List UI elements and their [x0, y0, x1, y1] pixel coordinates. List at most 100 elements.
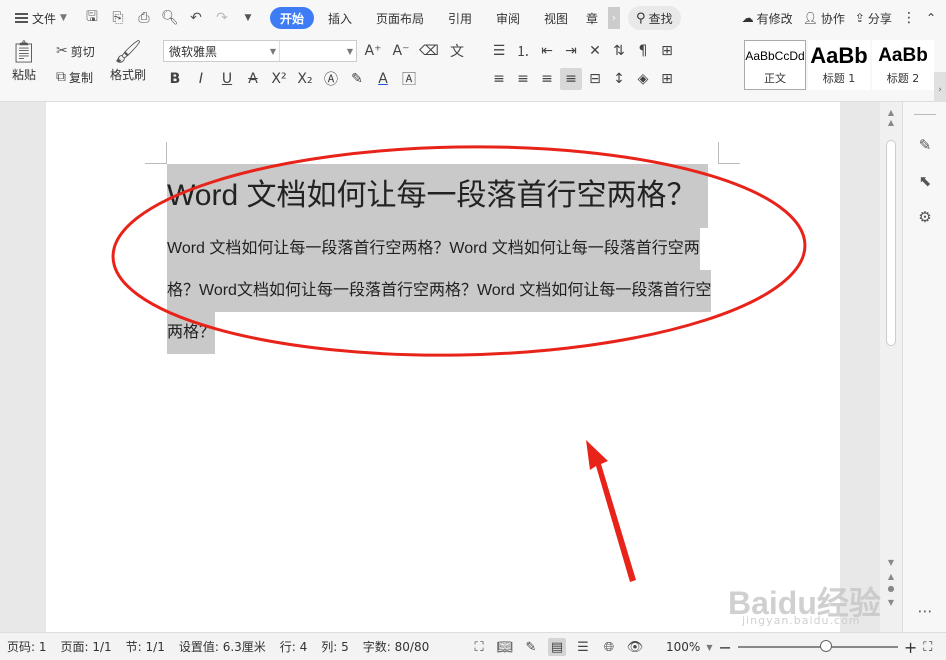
redo-icon[interactable]: ↷: [210, 5, 234, 31]
sort-icon[interactable]: ⇅: [608, 40, 630, 62]
eye-protection-icon[interactable]: 👁︎: [626, 638, 644, 656]
quick-access-toolbar: 🖫 ⎘ ⎙ 🔍︎ ↶ ↷ ▼: [80, 5, 260, 31]
scroll-up-icon[interactable]: ▲: [884, 108, 898, 117]
scroll-thumb[interactable]: [886, 140, 896, 346]
print-icon[interactable]: ⎙: [132, 5, 156, 31]
cut-label: 剪切: [70, 44, 95, 59]
copy-button[interactable]: ⧉ 复制: [56, 66, 95, 88]
phonetic-guide-icon[interactable]: 文: [446, 40, 468, 62]
tab-page-layout[interactable]: 页面布局: [366, 7, 434, 29]
decrease-indent-icon[interactable]: ⇤: [536, 40, 558, 62]
write-mode-icon[interactable]: ✎: [522, 638, 540, 656]
outline-view-icon[interactable]: ☰: [574, 638, 592, 656]
zoom-slider-handle[interactable]: [819, 640, 832, 652]
revision-button[interactable]: ☁ 有修改: [742, 10, 793, 27]
font-size-dropdown[interactable]: ▼: [280, 41, 356, 61]
cloud-icon: ☁: [741, 11, 754, 25]
align-right-icon[interactable]: ≡: [536, 68, 558, 90]
zoom-level[interactable]: 100%: [666, 640, 700, 654]
tab-insert[interactable]: 插入: [318, 7, 362, 29]
status-setting[interactable]: 设置值: 6.3厘米: [172, 638, 273, 655]
collapse-ribbon-icon[interactable]: ⌃: [926, 11, 936, 25]
tab-references[interactable]: 引用: [438, 7, 482, 29]
web-view-icon[interactable]: 🌐︎: [600, 638, 618, 656]
export-icon[interactable]: ⎘: [106, 5, 130, 31]
vertical-scrollbar[interactable]: ▲ ▲ ▼ ▲ ● ▼: [880, 102, 902, 632]
customize-dropdown-icon[interactable]: ▼: [236, 5, 260, 31]
search-button[interactable]: ⚲ 查找: [628, 6, 681, 30]
more-options-icon[interactable]: ⋮: [902, 10, 916, 26]
chevron-down-icon[interactable]: ▼: [706, 643, 712, 652]
style-preview: AaBb: [878, 45, 928, 66]
align-left-icon[interactable]: ≡: [488, 68, 510, 90]
subscript-icon[interactable]: X₂: [294, 68, 316, 90]
print-preview-icon[interactable]: 🔍︎: [158, 5, 182, 31]
chinese-layout-icon[interactable]: ✕: [584, 40, 606, 62]
style-heading-2[interactable]: AaBb 标题 2: [872, 40, 934, 90]
clear-format-icon[interactable]: ⌫: [418, 40, 440, 62]
tabs-scroll-right-icon[interactable]: ›: [608, 7, 621, 29]
settings-sliders-icon[interactable]: ⚙: [914, 206, 936, 228]
pen-icon[interactable]: ✎: [914, 134, 936, 156]
status-row[interactable]: 行: 4: [273, 638, 315, 655]
tab-review[interactable]: 审阅: [486, 7, 530, 29]
status-page-code[interactable]: 页码: 1: [0, 638, 54, 655]
fit-window-icon[interactable]: ⛶: [923, 640, 932, 655]
style-heading-1[interactable]: AaBb 标题 1: [808, 40, 870, 90]
font-color-icon[interactable]: A: [372, 68, 394, 90]
distribute-icon[interactable]: ⊟: [584, 68, 606, 90]
bullet-list-icon[interactable]: ☰: [488, 40, 510, 62]
shading-icon[interactable]: ◈: [632, 68, 654, 90]
ruler-icon[interactable]: ⊞: [656, 40, 678, 62]
share-button[interactable]: ⇪ 分享: [855, 10, 892, 27]
file-menu-button[interactable]: 文件 ▼: [10, 5, 72, 31]
text-effect-icon[interactable]: Ⓐ: [320, 68, 342, 90]
increase-indent-icon[interactable]: ⇥: [560, 40, 582, 62]
copy-icon: ⧉: [56, 69, 66, 85]
more-dots-icon[interactable]: ⋯: [914, 600, 936, 622]
justify-icon[interactable]: ≡: [560, 68, 582, 90]
italic-icon[interactable]: I: [190, 68, 212, 90]
tab-view[interactable]: 视图: [534, 7, 578, 29]
document-heading[interactable]: Word 文档如何让每一段落首行空两格？: [167, 164, 709, 228]
underline-icon[interactable]: U: [216, 68, 238, 90]
document-paragraph[interactable]: Word 文档如何让每一段落首行空两格？Word 文档如何让每一段落首行空两 格…: [167, 228, 721, 354]
read-mode-icon[interactable]: 📖︎: [496, 638, 514, 656]
show-marks-icon[interactable]: ¶: [632, 40, 654, 62]
tab-chapter[interactable]: 章: [582, 7, 604, 29]
zoom-slider[interactable]: [737, 640, 898, 652]
zoom-out-icon[interactable]: −: [718, 638, 731, 657]
cursor-icon[interactable]: ⬉: [914, 170, 936, 192]
status-page[interactable]: 页面: 1/1: [54, 638, 119, 655]
status-section[interactable]: 节: 1/1: [119, 638, 172, 655]
cut-button[interactable]: ✂ 剪切: [56, 40, 95, 62]
font-name-dropdown[interactable]: 微软雅黑 ▼: [164, 41, 280, 61]
page-view-icon[interactable]: ▤: [548, 638, 566, 656]
fullscreen-icon[interactable]: ⛶: [470, 638, 488, 656]
save-icon[interactable]: 🖫: [80, 5, 104, 31]
zoom-in-icon[interactable]: +: [904, 638, 917, 657]
status-column[interactable]: 列: 5: [314, 638, 356, 655]
align-center-icon[interactable]: ≡: [512, 68, 534, 90]
numbered-list-icon[interactable]: ⒈: [512, 40, 534, 62]
status-word-count[interactable]: 字数: 80/80: [356, 638, 436, 655]
scroll-up-icon[interactable]: ▲: [884, 118, 898, 127]
strikethrough-icon[interactable]: A: [242, 68, 264, 90]
borders-icon[interactable]: ⊞: [656, 68, 678, 90]
shrink-font-icon[interactable]: A⁻: [390, 40, 412, 62]
superscript-icon[interactable]: X²: [268, 68, 290, 90]
grow-font-icon[interactable]: A⁺: [362, 40, 384, 62]
tab-home[interactable]: 开始: [269, 7, 314, 29]
search-label: 查找: [648, 11, 673, 26]
scroll-down-icon[interactable]: ▼: [884, 558, 898, 567]
highlight-icon[interactable]: ✎: [346, 68, 368, 90]
paste-button[interactable]: 📋︎ 粘贴: [10, 40, 38, 83]
format-painter-button[interactable]: 🖌︎ 格式刷: [110, 40, 146, 83]
undo-icon[interactable]: ↶: [184, 5, 208, 31]
line-spacing-icon[interactable]: ↕: [608, 68, 630, 90]
style-normal[interactable]: AaBbCcDd 正文: [744, 40, 806, 90]
document-page[interactable]: Word 文档如何让每一段落首行空两格？ Word 文档如何让每一段落首行空两格…: [46, 102, 840, 632]
collaborate-button[interactable]: 👤︎ 协作: [803, 10, 845, 27]
char-border-icon[interactable]: 🄰: [398, 68, 420, 90]
bold-icon[interactable]: B: [164, 68, 186, 90]
